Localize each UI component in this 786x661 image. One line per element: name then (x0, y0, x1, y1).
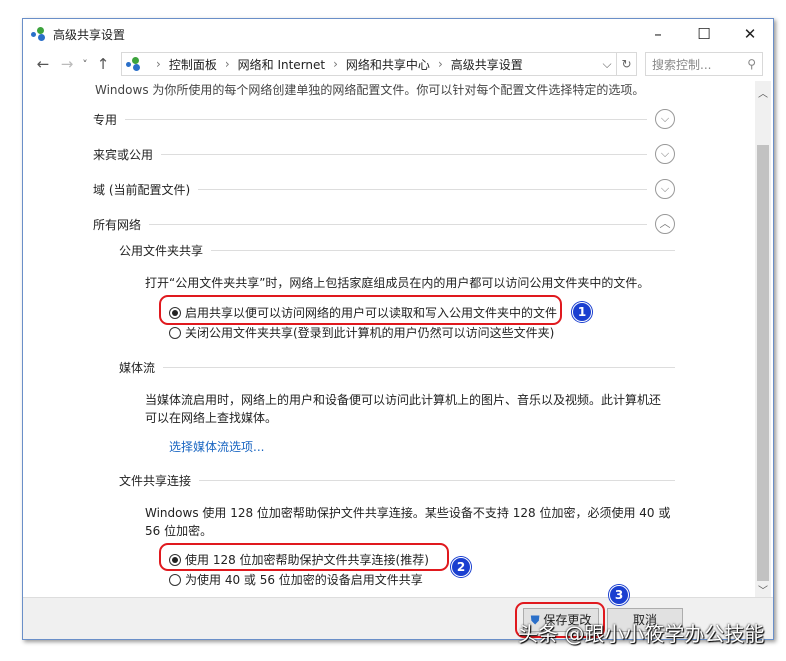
window-title: 高级共享设置 (53, 27, 126, 42)
radio-label: 关闭公用文件夹共享(登录到此计算机的用户仍然可以访问这些文件夹) (185, 326, 555, 340)
search-icon: ⚲ (747, 57, 756, 71)
annotation-badge-2: 2 (451, 557, 471, 577)
profile-label: 域 (当前配置文件) (93, 182, 191, 197)
breadcrumb-network-sharing-center[interactable]: 网络和共享中心 (346, 56, 430, 73)
search-placeholder: 搜索控制... (652, 57, 712, 72)
advanced-sharing-window: 高级共享设置 – ☐ ✕ ← → ˅ ↑ › 控制面板 › 网络和 Internet… (22, 18, 774, 640)
section-heading: 媒体流 (119, 361, 156, 375)
address-bar[interactable]: › 控制面板 › 网络和 Internet › 网络和共享中心 › 高级共享设置 ⌵ (121, 52, 617, 76)
network-icon (31, 27, 47, 41)
scroll-down-icon[interactable]: ﹀ (755, 582, 771, 597)
breadcrumb-advanced-sharing[interactable]: 高级共享设置 (451, 56, 523, 73)
breadcrumb-control-panel[interactable]: 控制面板 (169, 56, 217, 73)
settings-content: Windows 为你所使用的每个网络创建单独的网络配置文件。你可以针对每个配置文… (23, 81, 757, 599)
public-folder-desc: 打开“公用文件夹共享”时，网络上包括家庭组成员在内的用户都可以访问公用文件夹中的… (145, 276, 650, 290)
highlight-box (159, 543, 449, 571)
profile-label: 所有网络 (93, 217, 142, 232)
section-heading: 文件共享连接 (119, 474, 192, 488)
profile-domain[interactable]: 域 (当前配置文件) ⌵ (93, 179, 675, 199)
public-folder-heading: 公用文件夹共享 (119, 242, 675, 259)
chevron-down-icon[interactable]: ⌵ (655, 109, 675, 129)
scroll-up-icon[interactable]: ︿ (755, 85, 771, 100)
scrollbar-thumb[interactable] (757, 145, 769, 581)
refresh-button[interactable]: ↻ (617, 52, 637, 76)
recent-locations-button[interactable]: ˅ (79, 58, 91, 71)
radio-40-56bit-encryption[interactable]: 为使用 40 或 56 位加密的设备启用文件共享 (169, 571, 423, 588)
search-input[interactable]: 搜索控制... ⚲ (645, 52, 763, 76)
address-dropdown-icon[interactable]: ⌵ (598, 57, 616, 72)
annotation-badge-3: 3 (609, 585, 629, 605)
network-icon (126, 57, 142, 71)
chevron-down-icon[interactable]: ⌵ (655, 179, 675, 199)
media-desc-2: 可以在网络上查找媒体。 (145, 411, 278, 425)
breadcrumb-network-internet[interactable]: 网络和 Internet (238, 56, 325, 73)
chevron-up-icon[interactable]: ︿ (655, 214, 675, 234)
media-desc: 当媒体流启用时，网络上的用户和设备便可以访问此计算机上的图片、音乐以及视频。此计… (145, 393, 662, 407)
media-streaming-options-link[interactable]: 选择媒体流选项... (169, 438, 264, 455)
title-bar: 高级共享设置 – ☐ ✕ (23, 19, 773, 49)
annotation-badge-1: 1 (572, 302, 592, 322)
minimize-button[interactable]: – (635, 25, 681, 43)
forward-button[interactable]: → (55, 55, 79, 73)
section-heading: 公用文件夹共享 (119, 244, 204, 258)
up-button[interactable]: ↑ (91, 55, 115, 73)
file-sharing-heading: 文件共享连接 (119, 472, 675, 489)
profile-private[interactable]: 专用 ⌵ (93, 109, 675, 129)
close-button[interactable]: ✕ (727, 25, 773, 43)
media-heading: 媒体流 (119, 359, 675, 376)
maximize-button[interactable]: ☐ (681, 25, 727, 43)
navigation-bar: ← → ˅ ↑ › 控制面板 › 网络和 Internet › 网络和共享中心 › 高级… (23, 49, 773, 79)
profile-guest-public[interactable]: 来宾或公用 ⌵ (93, 144, 675, 164)
watermark: 头条 @跟小小筱学办公技能 (518, 622, 765, 646)
radio-disable-public-sharing[interactable]: 关闭公用文件夹共享(登录到此计算机的用户仍然可以访问这些文件夹) (169, 324, 554, 341)
profile-label: 专用 (93, 112, 118, 127)
file-sharing-desc-2: 56 位加密。 (145, 524, 213, 538)
file-sharing-desc: Windows 使用 128 位加密帮助保护文件共享连接。某些设备不支持 128… (145, 506, 671, 520)
profile-all-networks[interactable]: 所有网络 ︿ (93, 214, 675, 234)
intro-text: Windows 为你所使用的每个网络创建单独的网络配置文件。你可以针对每个配置文… (95, 83, 645, 97)
highlight-box (159, 295, 562, 325)
vertical-scrollbar[interactable]: ︿ ﹀ (755, 81, 771, 599)
profile-label: 来宾或公用 (93, 147, 154, 162)
chevron-down-icon[interactable]: ⌵ (655, 144, 675, 164)
back-button[interactable]: ← (31, 55, 55, 73)
radio-label: 为使用 40 或 56 位加密的设备启用文件共享 (185, 573, 423, 587)
